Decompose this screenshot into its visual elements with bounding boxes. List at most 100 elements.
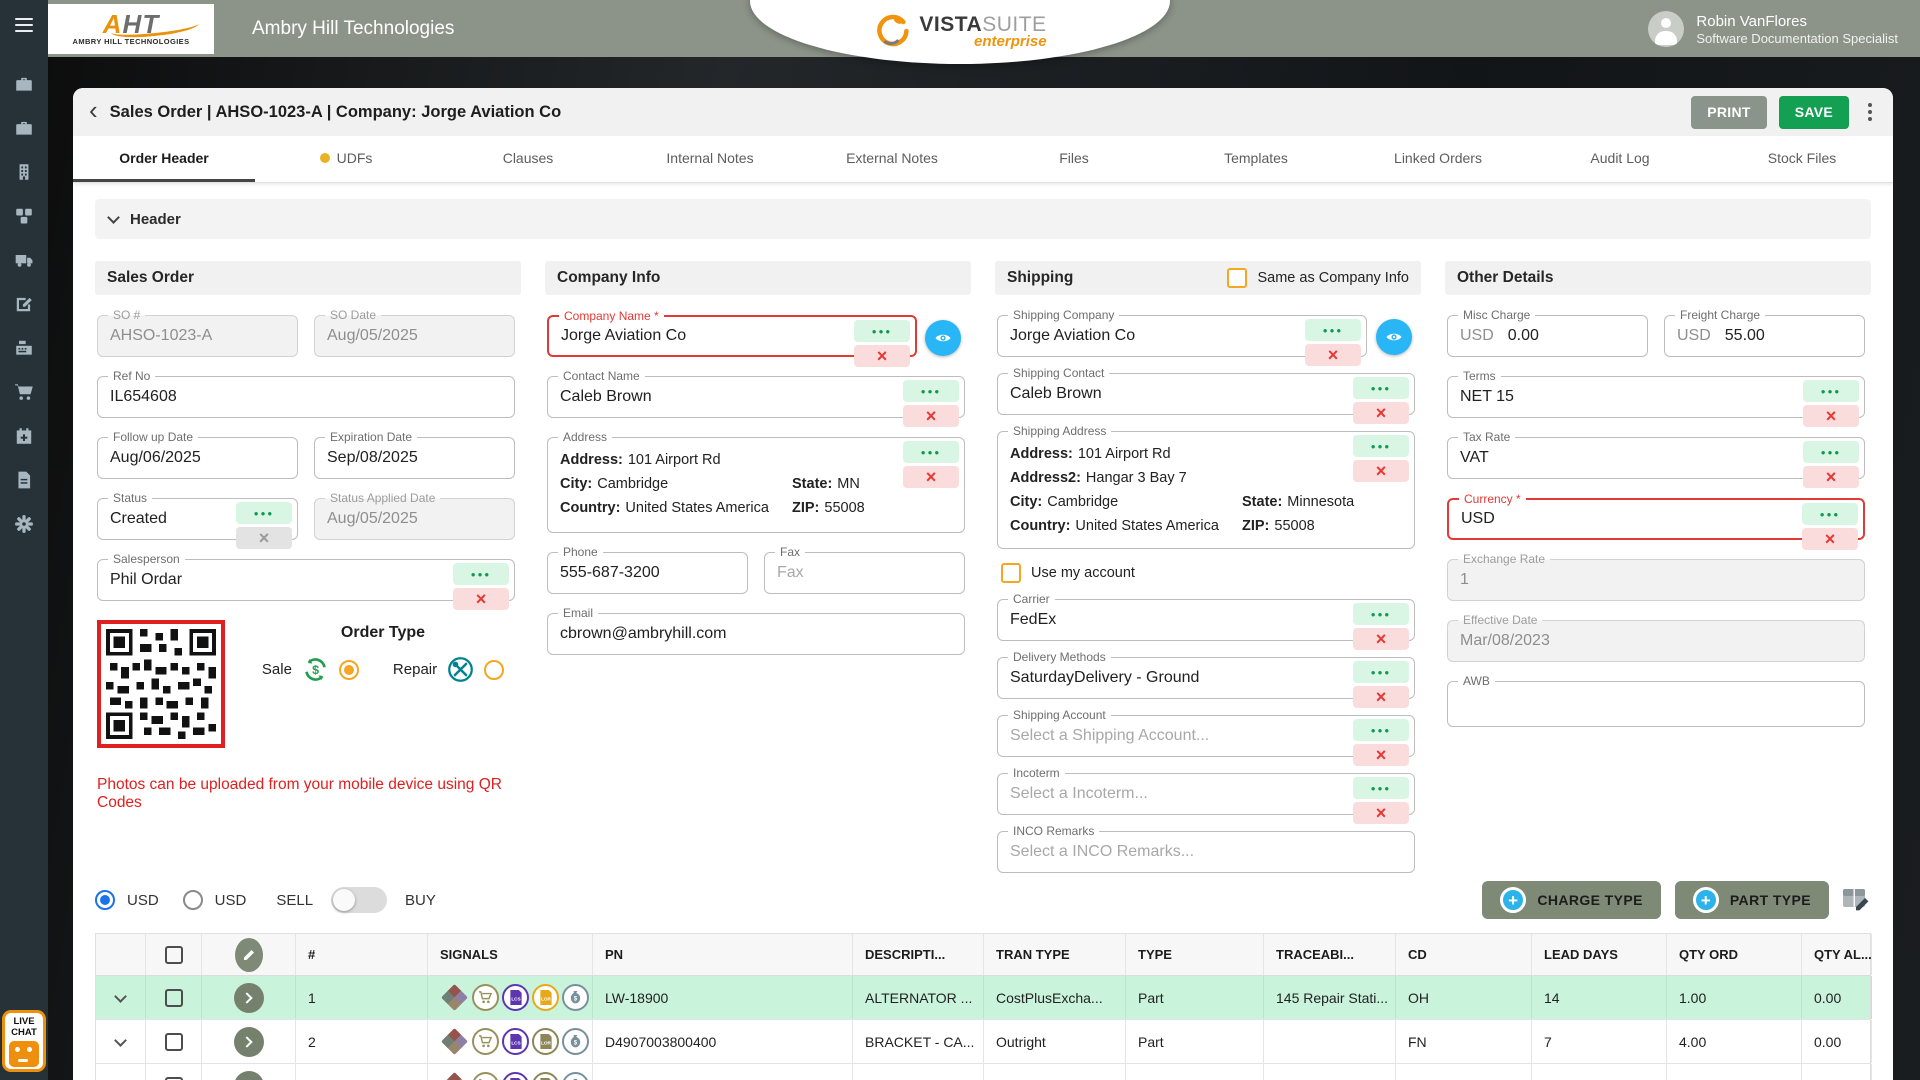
company-name-field[interactable]: Company Name *Jorge Aviation Co	[547, 315, 917, 357]
header-section-expander[interactable]: Header	[95, 199, 1871, 239]
address-options-button[interactable]	[903, 441, 959, 463]
phone-field[interactable]: Phone555-687-3200	[547, 552, 748, 594]
shipping-contact-clear-button[interactable]	[1353, 402, 1409, 424]
cart-icon[interactable]	[14, 382, 34, 402]
currency-radio-2[interactable]	[183, 890, 203, 910]
tab-audit-log[interactable]: Audit Log	[1529, 136, 1711, 182]
freight-charge-field[interactable]: Freight Charge USD55.00	[1664, 315, 1865, 357]
save-button[interactable]: SAVE	[1779, 96, 1849, 129]
briefcase-icon[interactable]	[14, 74, 34, 94]
open-line-button[interactable]	[234, 1071, 264, 1080]
open-line-button[interactable]	[234, 1027, 264, 1057]
cubes-icon[interactable]	[14, 206, 34, 226]
shipping-company-field[interactable]: Shipping CompanyJorge Aviation Co	[997, 315, 1367, 357]
company-name-clear-button[interactable]	[854, 345, 910, 367]
building-icon[interactable]	[14, 162, 34, 182]
table-row[interactable]: 2 LCS LOR $ D4907003800400 BRACKET - CA.…	[96, 1020, 1870, 1064]
inco-remarks-field[interactable]: INCO RemarksSelect a INCO Remarks...	[997, 831, 1415, 873]
delivery-clear-button[interactable]	[1353, 686, 1409, 708]
table-row[interactable]: 1 LCS LOR $ LW-18900 ALTERNATOR ... Cost…	[96, 976, 1870, 1020]
shipping-company-options-button[interactable]	[1305, 319, 1361, 341]
sale-radio[interactable]	[339, 660, 359, 680]
incoterm-field[interactable]: IncotermSelect a Incoterm...	[997, 773, 1415, 815]
tab-clauses[interactable]: Clauses	[437, 136, 619, 182]
shipping-address-clear-button[interactable]	[1353, 460, 1409, 482]
ref-no-field[interactable]: Ref NoIL654608	[97, 376, 515, 418]
truck-icon[interactable]	[14, 250, 34, 270]
shipping-account-clear-button[interactable]	[1353, 744, 1409, 766]
calendar-add-icon[interactable]	[14, 426, 34, 446]
expiration-date-field[interactable]: Expiration DateSep/08/2025	[314, 437, 515, 479]
document-icon[interactable]	[14, 470, 34, 490]
tab-internal-notes[interactable]: Internal Notes	[619, 136, 801, 182]
settings-icon[interactable]	[14, 514, 34, 534]
add-charge-type-button[interactable]: + CHARGE TYPE	[1482, 881, 1661, 919]
open-line-button[interactable]	[234, 983, 264, 1013]
row-checkbox[interactable]	[165, 1077, 183, 1080]
awb-field[interactable]: AWB	[1447, 681, 1865, 727]
edit-columns-icon[interactable]	[1843, 888, 1871, 912]
status-clear-button[interactable]	[236, 527, 292, 549]
delivery-options-button[interactable]	[1353, 661, 1409, 683]
more-menu-icon[interactable]	[1861, 101, 1879, 123]
incoterm-options-button[interactable]	[1353, 777, 1409, 799]
tab-order-header[interactable]: Order Header	[73, 136, 255, 182]
user-info[interactable]: Robin VanFlores Software Documentation S…	[1648, 11, 1898, 47]
status-options-button[interactable]	[236, 502, 292, 524]
tax-rate-options-button[interactable]	[1803, 441, 1859, 463]
salesperson-field[interactable]: SalespersonPhil Ordar	[97, 559, 515, 601]
shipping-contact-field[interactable]: Shipping ContactCaleb Brown	[997, 373, 1415, 415]
tab-files[interactable]: Files	[983, 136, 1165, 182]
row-checkbox[interactable]	[165, 1033, 183, 1051]
shipping-company-clear-button[interactable]	[1305, 344, 1361, 366]
currency-field[interactable]: Currency *USD	[1447, 498, 1865, 540]
repair-radio[interactable]	[484, 660, 504, 680]
view-company-button[interactable]	[925, 320, 961, 356]
view-shipping-company-button[interactable]	[1376, 319, 1412, 355]
back-button[interactable]: ‹	[87, 99, 106, 125]
edit-icon[interactable]	[14, 294, 34, 314]
tax-rate-clear-button[interactable]	[1803, 466, 1859, 488]
carrier-options-button[interactable]	[1353, 603, 1409, 625]
table-row[interactable]: 3 LCS LOR $ AOG FEE EXPEDITE FEE... Char…	[96, 1064, 1870, 1080]
shipping-address-options-button[interactable]	[1353, 435, 1409, 457]
email-field[interactable]: Emailcbrown@ambryhill.com	[547, 613, 965, 655]
address-clear-button[interactable]	[903, 466, 959, 488]
shipping-contact-options-button[interactable]	[1353, 377, 1409, 399]
salesperson-clear-button[interactable]	[453, 588, 509, 610]
terms-field[interactable]: TermsNET 15	[1447, 376, 1865, 418]
print-button[interactable]: PRINT	[1691, 96, 1767, 129]
terms-options-button[interactable]	[1803, 380, 1859, 402]
currency-options-button[interactable]	[1802, 503, 1858, 525]
same-as-company-checkbox[interactable]	[1227, 268, 1247, 288]
shipping-account-options-button[interactable]	[1353, 719, 1409, 741]
tax-rate-field[interactable]: Tax RateVAT	[1447, 437, 1865, 479]
shipping-address-field[interactable]: Shipping Address Address:101 Airport Rd …	[997, 431, 1415, 549]
follow-up-date-field[interactable]: Follow up DateAug/06/2025	[97, 437, 298, 479]
tab-udfs[interactable]: UDFs	[255, 136, 437, 182]
contact-options-button[interactable]	[903, 380, 959, 402]
salesperson-options-button[interactable]	[453, 563, 509, 585]
status-field[interactable]: StatusCreated	[97, 498, 298, 540]
fax-field[interactable]: FaxFax	[764, 552, 965, 594]
terms-clear-button[interactable]	[1803, 405, 1859, 427]
delivery-methods-field[interactable]: Delivery MethodsSaturdayDelivery - Groun…	[997, 657, 1415, 699]
row-checkbox[interactable]	[165, 989, 183, 1007]
sell-buy-toggle[interactable]	[331, 887, 387, 913]
edit-lines-button[interactable]	[235, 938, 263, 972]
tab-stock-files[interactable]: Stock Files	[1711, 136, 1893, 182]
expand-row-icon[interactable]	[114, 990, 127, 1003]
currency-radio-1[interactable]	[95, 890, 115, 910]
contact-name-field[interactable]: Contact NameCaleb Brown	[547, 376, 965, 418]
live-chat-button[interactable]: LIVECHAT	[2, 1010, 46, 1072]
currency-clear-button[interactable]	[1802, 528, 1858, 550]
use-my-account-checkbox[interactable]	[1001, 563, 1021, 583]
add-part-type-button[interactable]: + PART TYPE	[1675, 881, 1829, 919]
contact-clear-button[interactable]	[903, 405, 959, 427]
tab-templates[interactable]: Templates	[1165, 136, 1347, 182]
carrier-field[interactable]: CarrierFedEx	[997, 599, 1415, 641]
company-address-field[interactable]: Address Address:101 Airport Rd City:Camb…	[547, 437, 965, 533]
cash-register-icon[interactable]	[14, 338, 34, 358]
briefcase-alt-icon[interactable]	[14, 118, 34, 138]
expand-row-icon[interactable]	[114, 1034, 127, 1047]
